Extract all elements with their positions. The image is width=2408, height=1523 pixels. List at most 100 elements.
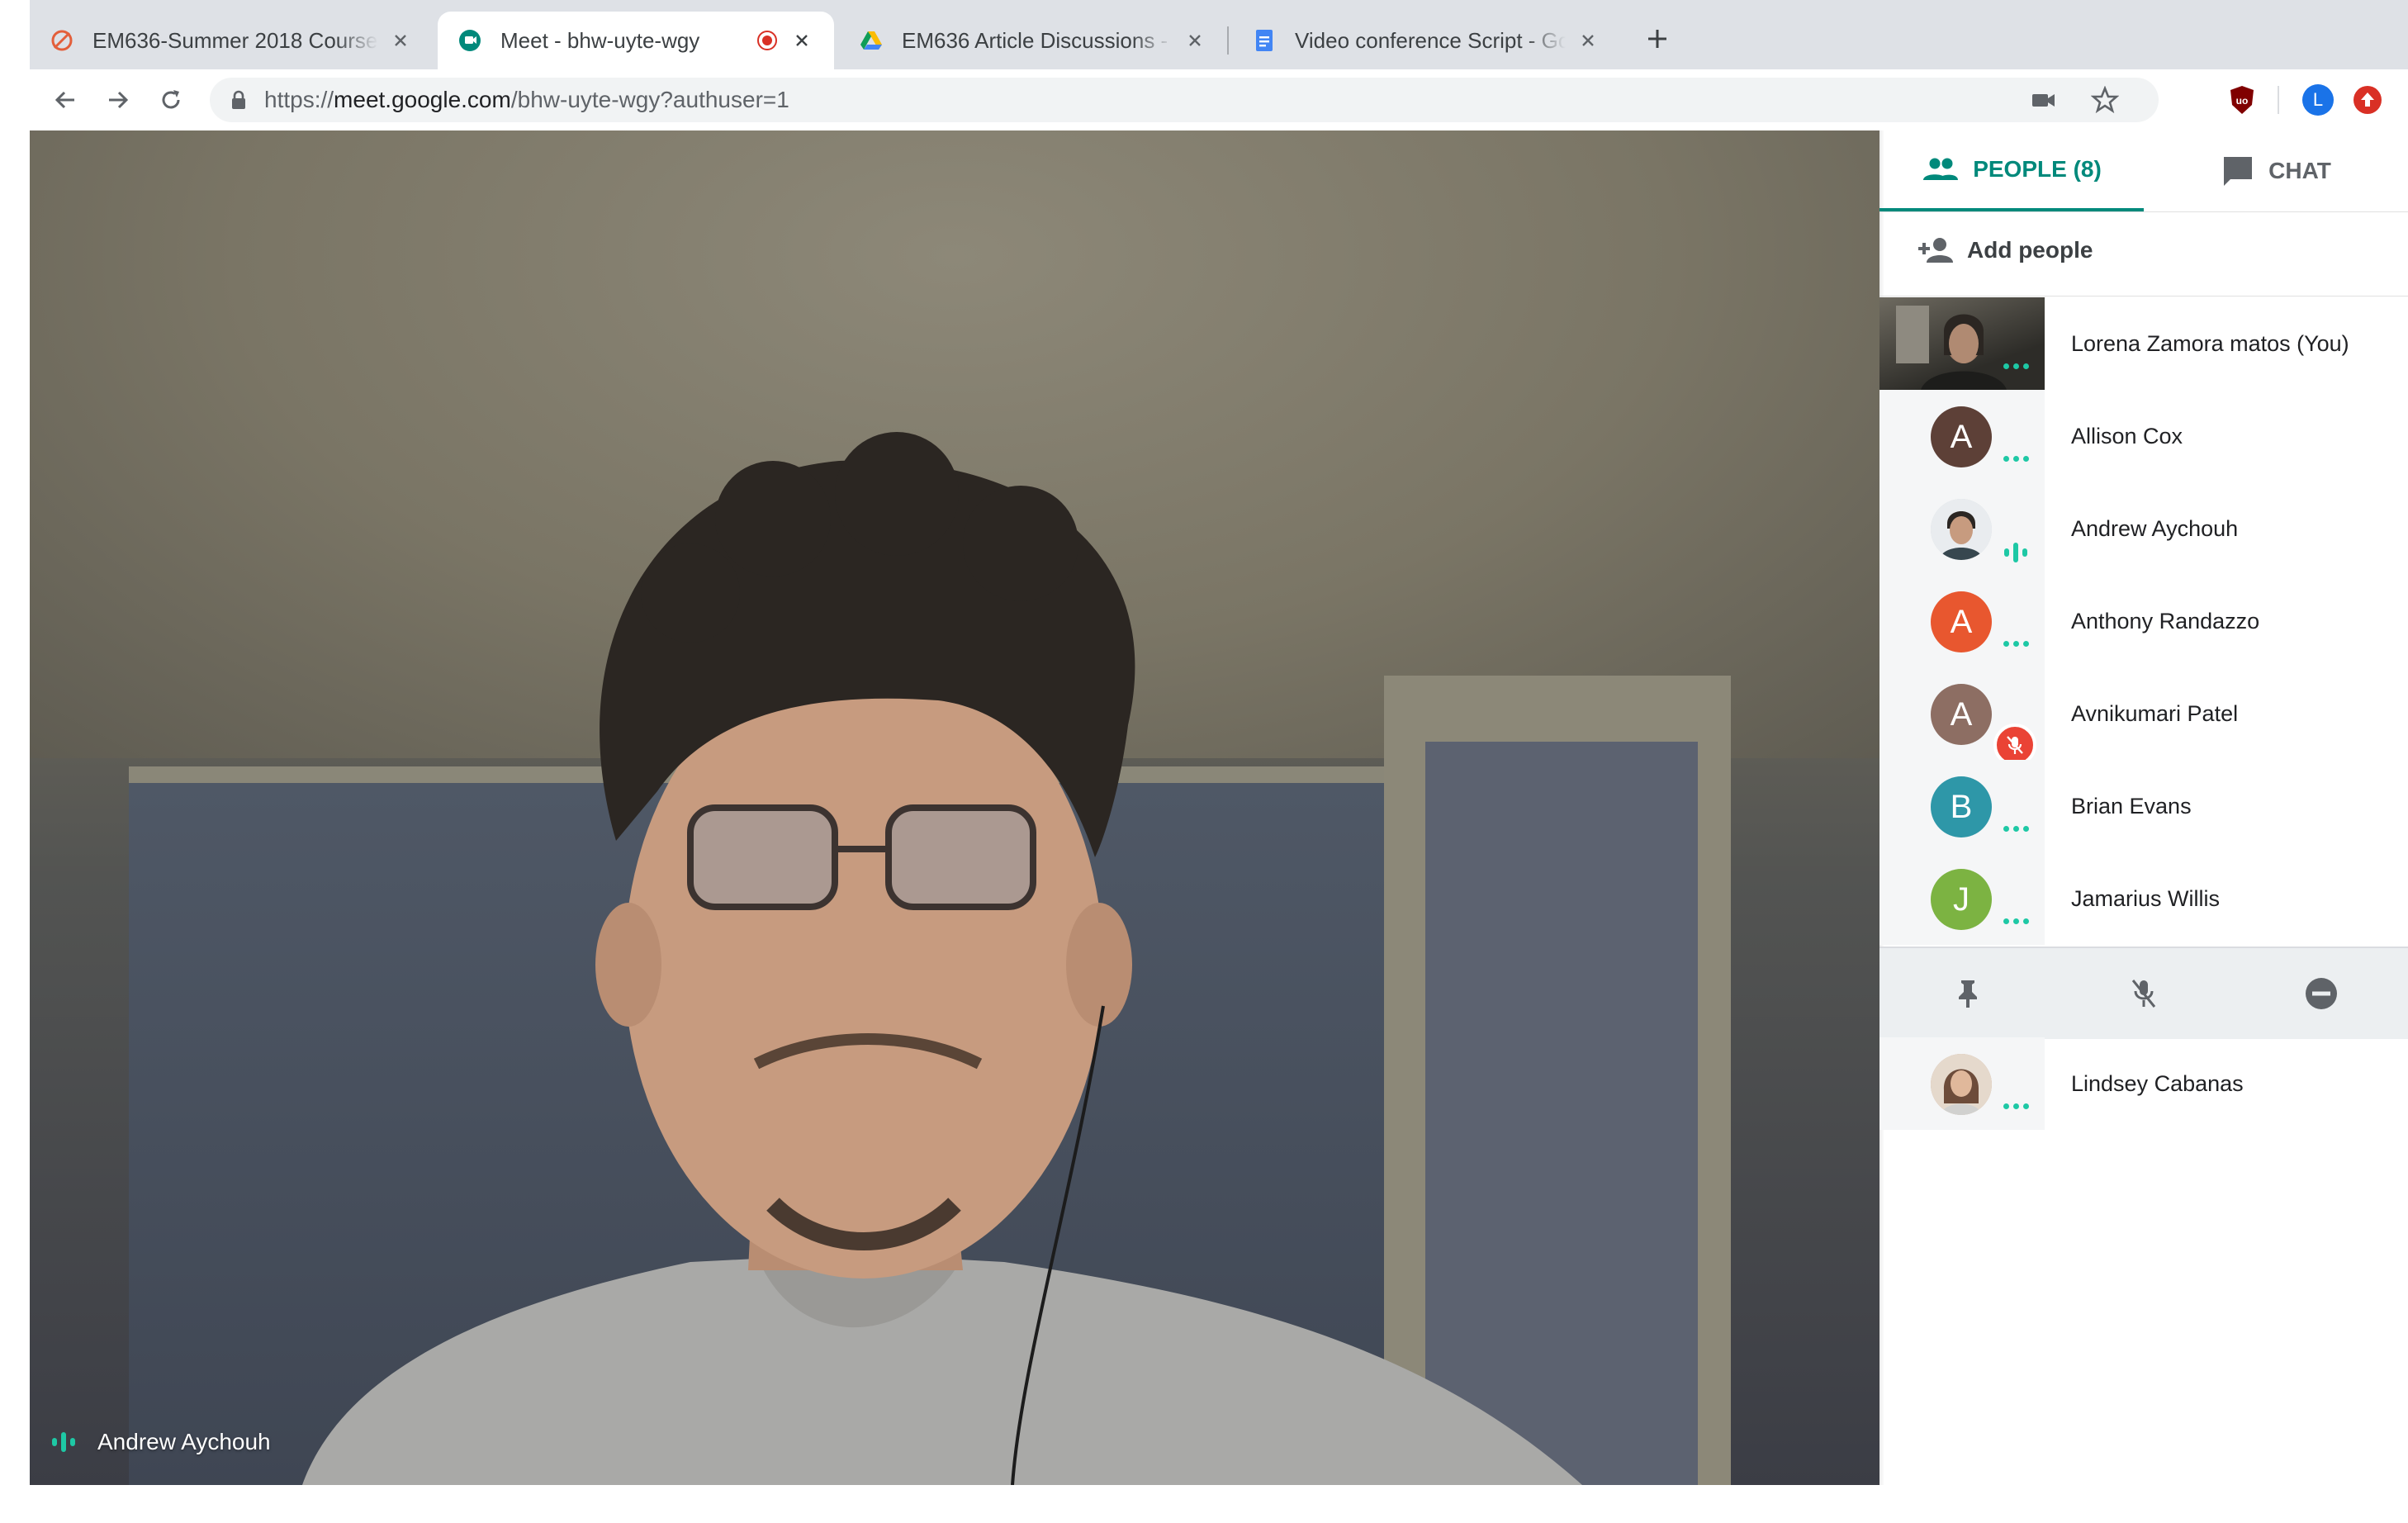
status-dots-icon [2003,641,2029,647]
main-video-stage[interactable]: Andrew Aychouh [30,130,1879,1485]
tab-course[interactable]: EM636-Summer 2018 Course [30,12,433,69]
speaker-name: Andrew Aychouh [97,1429,271,1454]
chat-icon [2221,154,2255,187]
participant-avatar-area: A [1879,667,2045,766]
svg-text:uo: uo [2236,95,2249,107]
close-icon[interactable] [789,28,814,53]
tab-chat[interactable]: CHAT [2144,130,2408,211]
divider [1879,211,2408,212]
people-panel: PEOPLE (8) CHAT Add people Lorena Zamora… [1879,130,2408,1485]
meet-icon [457,28,482,53]
avatar [1931,1054,1992,1115]
tab-title: EM636 Article Discussions - G [902,27,1173,53]
avatar: A [1931,406,1992,467]
new-tab-button[interactable] [1638,20,1676,58]
avatar [1931,499,1992,560]
url-text: https://meet.google.com/bhw-uyte-wgy?aut… [264,78,789,122]
status-dots-icon [2003,456,2029,462]
tab-title: Video conference Script - Goo [1295,27,1566,53]
participant-name: Anthony Randazzo [2071,609,2260,633]
plus-icon [1648,30,1666,48]
audio-level-icon [2004,543,2027,562]
divider [1879,296,2408,297]
status-dots-icon [2003,826,2029,832]
camera-icon[interactable] [2030,88,2058,116]
url-path: /bhw-uyte-wgy?authuser=1 [510,87,789,112]
participant-name: Allison Cox [2071,424,2183,448]
participant-name: Jamarius Willis [2071,886,2221,911]
address-bar[interactable]: https://meet.google.com/bhw-uyte-wgy?aut… [210,78,2159,122]
toolbar-separator [2278,86,2279,114]
tab-chat-label: CHAT [2268,158,2331,183]
ublock-extension-icon[interactable]: uo [2223,81,2261,119]
update-icon[interactable] [2349,81,2387,119]
pin-icon [1959,980,1977,1008]
tab-article-discussions[interactable]: EM636 Article Discussions - G [839,12,1227,69]
self-video-thumbnail [1879,297,2045,390]
drive-icon [859,28,884,53]
tab-title: EM636-Summer 2018 Course [92,27,378,53]
participant-name: Brian Evans [2071,794,2192,818]
participant-avatar-area: J [1879,852,2045,945]
tab-people-label: PEOPLE (8) [1973,156,2102,182]
close-icon[interactable] [1576,28,1600,53]
status-dots-icon [2003,1103,2029,1109]
back-button[interactable] [46,81,84,119]
participant-avatar-area [1879,1037,2045,1130]
add-people-button[interactable]: Add people [1917,236,2093,264]
mute-participant-button[interactable] [2121,971,2166,1016]
avatar: J [1931,869,1992,930]
canvas-icon [50,28,74,53]
participant-name: Lindsey Cabanas [2071,1071,2244,1096]
browser-toolbar: https://meet.google.com/bhw-uyte-wgy?aut… [30,69,2408,131]
tab-separator [1227,26,1229,55]
status-dots-icon [2003,918,2029,924]
browser-tab-strip: EM636-Summer 2018 Course Meet - bhw-uyte… [30,0,2408,69]
remove-participant-button[interactable] [2299,971,2344,1016]
participant-avatar-area [1879,482,2045,575]
participant-row[interactable]: A Anthony Randazzo [1879,575,2408,667]
participant-name: Andrew Aychouh [2071,516,2239,541]
participant-row[interactable]: A Allison Cox [1879,390,2408,482]
url-scheme: https:// [264,87,334,112]
participant-row[interactable]: J Jamarius Willis [1879,852,2408,945]
bookmark-star-icon[interactable] [2090,85,2120,118]
tab-people[interactable]: PEOPLE (8) [1879,130,2144,211]
reload-button[interactable] [152,81,190,119]
close-icon[interactable] [388,28,413,53]
participant-thumbnail [1879,297,2045,390]
participant-row-self[interactable]: Lorena Zamora matos (You) [1879,297,2408,390]
active-speaker-label: Andrew Aychouh [50,1429,271,1455]
docs-icon [1252,28,1277,53]
close-icon[interactable] [1183,28,1207,53]
pin-button[interactable] [1946,971,1990,1016]
reload-icon [162,90,180,109]
profile-avatar[interactable]: L [2299,81,2337,119]
arrow-forward-icon [109,91,129,109]
participant-name: Lorena Zamora matos (You) [2071,331,2349,356]
audio-level-icon [52,1432,75,1452]
participant-name: Avnikumari Patel [2071,701,2239,726]
tab-meet[interactable]: Meet - bhw-uyte-wgy [438,12,834,69]
participant-row[interactable]: Andrew Aychouh [1879,482,2408,575]
avatar: A [1931,591,1992,652]
status-dots-icon [2003,363,2029,369]
person-add-icon [1918,238,1953,263]
tab-video-script[interactable]: Video conference Script - Goo [1232,12,1620,69]
participant-video-feed [302,432,1582,1485]
avatar: B [1931,776,1992,837]
lock-icon [230,90,248,114]
participant-row[interactable]: A Avnikumari Patel [1879,667,2408,766]
avatar: A [1931,684,1992,745]
add-people-label: Add people [1967,237,2093,263]
profile-initial: L [2312,89,2324,110]
arrow-back-icon [55,91,74,109]
participant-row[interactable]: B Brian Evans [1879,760,2408,852]
participant-avatar-area: B [1879,760,2045,852]
participant-avatar-area: A [1879,390,2045,482]
participant-actions-bar [1879,947,2408,1039]
forward-button[interactable] [99,81,137,119]
mic-off-icon [2131,980,2156,1008]
participant-row[interactable]: Lindsey Cabanas [1879,1037,2408,1130]
people-icon [1922,157,1960,182]
